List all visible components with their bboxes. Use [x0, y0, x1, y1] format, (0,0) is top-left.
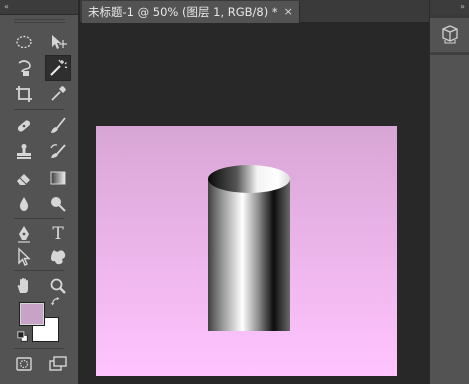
eyedropper-tool[interactable]	[45, 81, 71, 107]
clone-stamp-icon	[17, 144, 31, 159]
cylinder-body	[208, 179, 290, 331]
collapse-icon: «	[4, 2, 9, 11]
custom-shape-tool[interactable]	[45, 244, 71, 270]
eraser-icon	[17, 174, 30, 185]
clone-stamp-tool[interactable]	[11, 139, 37, 165]
blur-tool[interactable]	[11, 191, 37, 217]
elliptical-marquee-icon	[16, 35, 32, 49]
tool-group-divider	[14, 270, 64, 271]
magic-wand-tool[interactable]	[45, 55, 71, 81]
spot-healing-brush-tool[interactable]	[11, 113, 37, 139]
expand-icon: »	[460, 2, 465, 11]
move-tool[interactable]	[45, 29, 71, 55]
dodge-tool[interactable]	[45, 191, 71, 217]
tools-panel: « T	[0, 0, 79, 384]
default-colors-button[interactable]	[16, 330, 30, 344]
document-tab-bar: 未标题-1 @ 50% (图层 1, RGB/8) * ×	[80, 0, 429, 23]
tool-group-divider	[14, 348, 64, 349]
crop-tool[interactable]	[11, 81, 37, 107]
blur-icon	[19, 197, 29, 211]
gradient-icon	[50, 171, 66, 185]
tool-group-divider	[14, 218, 64, 219]
brush-tool[interactable]	[45, 113, 71, 139]
history-brush-tool[interactable]	[45, 139, 71, 165]
cylinder-top	[208, 165, 290, 193]
crop-icon	[16, 86, 32, 102]
history-brush-icon	[50, 144, 66, 158]
tool-group-divider	[14, 109, 64, 110]
path-selection-tool[interactable]	[11, 244, 37, 270]
type-icon: T	[52, 224, 64, 244]
lasso-icon	[18, 60, 31, 76]
swap-colors-icon	[50, 296, 60, 306]
custom-shape-icon	[51, 250, 66, 265]
right-panel-dock: »	[429, 0, 469, 384]
dock-divider	[430, 52, 469, 55]
brush-icon	[51, 117, 66, 133]
close-tab-button[interactable]: ×	[284, 1, 293, 23]
lasso-tool[interactable]	[11, 55, 37, 81]
3d-cube-icon	[442, 25, 458, 44]
dodge-icon	[51, 197, 66, 212]
pen-icon	[18, 226, 30, 243]
3d-panel-button[interactable]	[440, 25, 460, 45]
eyedropper-icon	[51, 86, 66, 101]
canvas-workspace[interactable]	[80, 23, 429, 384]
toolbar-collapse-button[interactable]: «	[0, 0, 78, 15]
default-colors-icon	[17, 331, 28, 342]
dock-collapse-button[interactable]: »	[430, 0, 469, 15]
hand-icon	[17, 278, 28, 293]
magic-wand-icon	[50, 59, 68, 76]
quick-mask-button[interactable]	[11, 351, 37, 377]
move-icon	[52, 35, 67, 49]
panel-grip[interactable]	[0, 16, 79, 24]
document-tab-title: 未标题-1 @ 50% (图层 1, RGB/8) *	[88, 5, 278, 19]
gradient-tool[interactable]	[45, 165, 71, 191]
quick-mask-icon	[16, 357, 32, 371]
document-canvas[interactable]	[96, 126, 397, 376]
path-selection-icon	[18, 247, 31, 266]
zoom-icon	[50, 278, 66, 294]
dock-divider	[430, 14, 469, 18]
cylinder-shape	[208, 165, 290, 331]
eraser-tool[interactable]	[11, 165, 37, 191]
screen-mode-button[interactable]	[45, 351, 71, 377]
foreground-color-swatch[interactable]	[19, 302, 45, 326]
elliptical-marquee-tool[interactable]	[11, 29, 37, 55]
screen-mode-icon	[49, 356, 67, 371]
swap-colors-button[interactable]	[49, 295, 63, 309]
document-tab[interactable]: 未标题-1 @ 50% (图层 1, RGB/8) * ×	[82, 1, 300, 23]
hand-tool[interactable]	[11, 273, 37, 299]
spot-healing-brush-icon	[17, 120, 31, 132]
